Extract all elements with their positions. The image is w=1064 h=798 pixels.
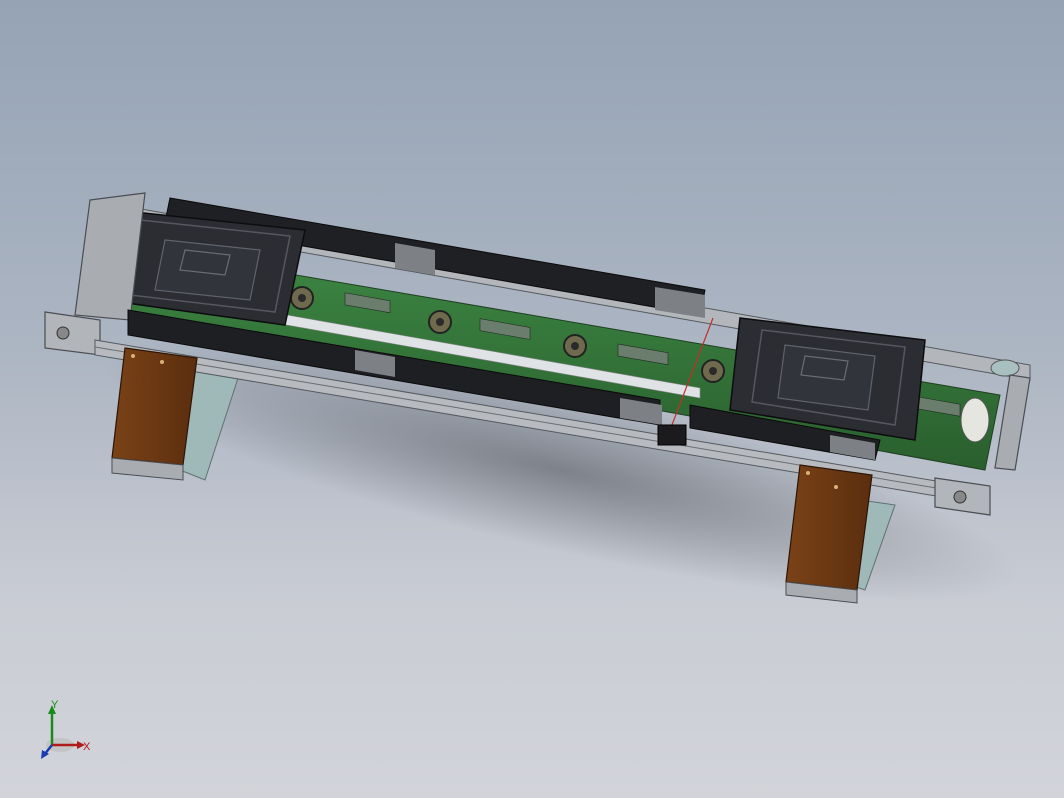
triad-graphic [41,705,85,759]
end-plate-left [44,311,101,356]
cad-viewport[interactable]: Y X [0,0,1064,798]
end-roller [960,397,990,443]
conveyor-model[interactable] [0,0,1064,798]
end-cap-right [994,374,1031,471]
coordinate-triad: Y X [30,700,100,770]
y-axis-label: Y [51,699,59,711]
sensor-block [657,424,687,446]
x-axis-label: X [83,741,91,753]
